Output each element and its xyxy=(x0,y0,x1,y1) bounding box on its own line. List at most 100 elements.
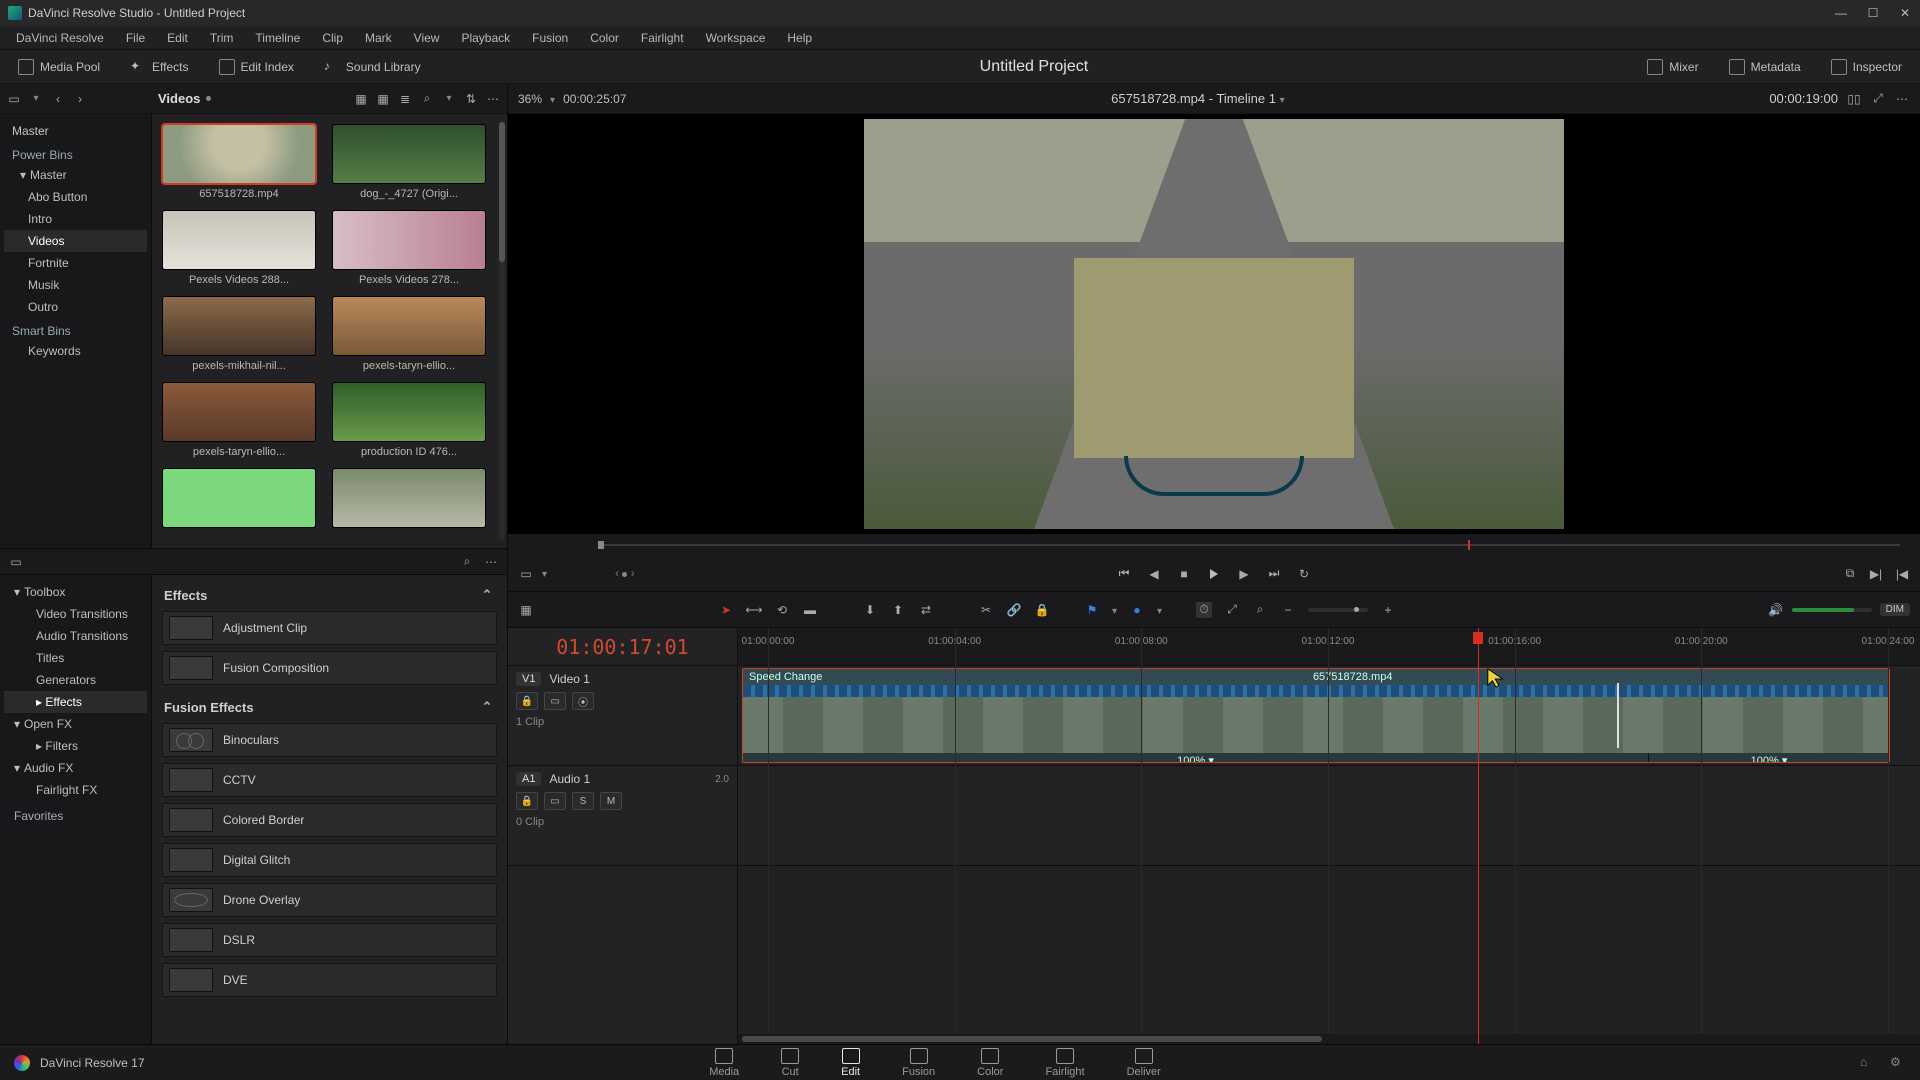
clip-item[interactable] xyxy=(162,468,316,532)
timeline-h-scrollbar[interactable] xyxy=(738,1034,1920,1044)
menu-item[interactable]: DaVinci Resolve xyxy=(6,28,114,48)
page-tab-fairlight[interactable]: Fairlight xyxy=(1033,1046,1096,1080)
effect-item[interactable]: DVE xyxy=(162,963,497,997)
effects-toggle[interactable]: ✦Effects xyxy=(122,55,196,79)
nav-back-icon[interactable]: ‹ xyxy=(50,91,66,107)
tree-item[interactable]: Fairlight FX xyxy=(4,779,147,801)
menu-item[interactable]: File xyxy=(116,28,155,48)
effect-item[interactable]: Fusion Composition xyxy=(162,651,497,685)
bin-item[interactable]: Outro xyxy=(4,296,147,318)
tree-toolbox[interactable]: ▾Toolbox xyxy=(4,581,147,603)
inspector-toggle[interactable]: Inspector xyxy=(1823,55,1910,79)
speed-editor-icon[interactable]: ⏱ xyxy=(1196,602,1212,618)
blade-tool-icon[interactable]: ▬ xyxy=(802,602,818,618)
marker-menu[interactable] xyxy=(1157,603,1162,617)
mixer-toggle[interactable]: Mixer xyxy=(1639,55,1706,79)
zoom-slider[interactable] xyxy=(1308,608,1368,612)
prev-frame-button[interactable]: ◀ xyxy=(1146,566,1162,582)
clip-item[interactable]: dog_-_4727 (Origi... xyxy=(332,124,486,200)
go-to-in-icon[interactable]: ▶| xyxy=(1868,566,1884,582)
first-frame-button[interactable]: ⏮ xyxy=(1116,566,1132,582)
sort-icon[interactable]: ⇅ xyxy=(463,91,479,107)
menu-item[interactable]: Playback xyxy=(451,28,520,48)
track-name[interactable]: Video 1 xyxy=(549,672,589,686)
page-tab-fusion[interactable]: Fusion xyxy=(890,1046,947,1080)
playhead[interactable] xyxy=(1478,628,1479,1044)
viewer-mode-menu[interactable] xyxy=(542,566,547,582)
match-frame-icon[interactable]: ⧉ xyxy=(1842,566,1858,582)
close-button[interactable]: ✕ xyxy=(1898,6,1912,20)
retime-bar[interactable] xyxy=(743,685,1889,697)
effect-item[interactable]: Binoculars xyxy=(162,723,497,757)
volume-icon[interactable]: 🔊 xyxy=(1768,602,1784,618)
clip-item[interactable]: Pexels Videos 288... xyxy=(162,210,316,286)
scrollbar-thumb[interactable] xyxy=(499,122,505,262)
edit-index-toggle[interactable]: Edit Index xyxy=(211,55,302,79)
audio-track-header[interactable]: A1 Audio 1 2.0 🔒 ▭ S M 0 Clip xyxy=(508,766,737,866)
search-menu[interactable] xyxy=(441,91,457,107)
clip-item[interactable] xyxy=(332,468,486,532)
auto-select-button[interactable]: ▭ xyxy=(544,792,566,810)
selection-tool-icon[interactable]: ➤ xyxy=(718,602,734,618)
last-frame-button[interactable]: ⏭ xyxy=(1266,566,1282,582)
stop-button[interactable]: ■ xyxy=(1176,566,1192,582)
bin-item[interactable]: Keywords xyxy=(4,340,147,362)
clip-item[interactable]: pexels-mikhail-nil... xyxy=(162,296,316,372)
maximize-button[interactable]: ☐ xyxy=(1866,6,1880,20)
tree-favorites[interactable]: Favorites xyxy=(4,801,147,825)
minimize-button[interactable]: — xyxy=(1834,6,1848,20)
panel-options-icon[interactable]: ⋯ xyxy=(483,554,499,570)
search-icon[interactable]: ⌕ xyxy=(419,91,435,107)
next-frame-button[interactable]: ▶ xyxy=(1236,566,1252,582)
viewer-options-icon[interactable]: ⋯ xyxy=(1894,91,1910,107)
menu-item[interactable]: Workspace xyxy=(696,28,776,48)
video-clip[interactable]: Speed Change 657518728.mp4 100% ▾ 100% ▾ xyxy=(742,668,1890,763)
page-tab-deliver[interactable]: Deliver xyxy=(1115,1046,1173,1080)
bin-item[interactable]: Abo Button xyxy=(4,186,147,208)
track-badge[interactable]: V1 xyxy=(516,672,541,686)
marker-icon[interactable]: ● xyxy=(1129,602,1145,618)
zoom-out-icon[interactable]: − xyxy=(1280,602,1296,618)
thumbnail-view-icon[interactable]: ▦ xyxy=(375,91,391,107)
menu-item[interactable]: View xyxy=(404,28,450,48)
zoom-to-fit-icon[interactable]: ⤢ xyxy=(1224,602,1240,618)
menu-item[interactable]: Fairlight xyxy=(631,28,694,48)
menu-item[interactable]: Clip xyxy=(312,28,353,48)
viewer-timecode[interactable]: 00:00:19:00 xyxy=(1769,91,1838,106)
power-bin-master[interactable]: ▾Master xyxy=(4,164,147,186)
panel-layout-icon[interactable]: ▭ xyxy=(8,554,24,570)
effect-item[interactable]: Adjustment Clip xyxy=(162,611,497,645)
overwrite-clip-icon[interactable]: ⬆ xyxy=(890,602,906,618)
go-to-out-icon[interactable]: |◀ xyxy=(1894,566,1910,582)
disable-track-button[interactable]: ⦿ xyxy=(572,692,594,710)
menu-item[interactable]: Mark xyxy=(355,28,402,48)
bin-item-active[interactable]: Videos xyxy=(4,230,147,252)
bin-item[interactable]: Musik xyxy=(4,274,147,296)
effect-item[interactable]: DSLR xyxy=(162,923,497,957)
timeline-menu[interactable] xyxy=(1280,91,1285,106)
clip-item[interactable]: pexels-taryn-ellio... xyxy=(332,296,486,372)
playhead-timecode[interactable]: 01:00:17:01 xyxy=(508,628,737,666)
search-icon[interactable]: ⌕ xyxy=(459,554,475,570)
tree-item[interactable]: Audio Transitions xyxy=(4,625,147,647)
bin-item[interactable]: Intro xyxy=(4,208,147,230)
dynamic-trim-icon[interactable]: ⟲ xyxy=(774,602,790,618)
flag-menu[interactable] xyxy=(1112,603,1117,617)
page-tab-edit[interactable]: Edit xyxy=(829,1046,872,1080)
collapse-icon[interactable]: ⌃ xyxy=(479,699,495,715)
home-icon[interactable]: ⌂ xyxy=(1860,1055,1876,1071)
insert-clip-icon[interactable]: ⬇ xyxy=(862,602,878,618)
media-pool-toggle[interactable]: Media Pool xyxy=(10,55,108,79)
tree-item[interactable]: Generators xyxy=(4,669,147,691)
viewer-mode-icon[interactable]: ▭ xyxy=(518,566,534,582)
solo-button[interactable]: S xyxy=(572,792,594,810)
dim-toggle[interactable]: DIM xyxy=(1880,603,1910,616)
viewer-zoom[interactable]: 36% xyxy=(518,92,542,106)
bin-options-icon[interactable]: ⋯ xyxy=(485,91,501,107)
lock-icon[interactable]: 🔒 xyxy=(1034,602,1050,618)
loop-button[interactable]: ↻ xyxy=(1296,566,1312,582)
menu-item[interactable]: Fusion xyxy=(522,28,578,48)
play-button[interactable] xyxy=(1206,566,1222,582)
zoom-menu[interactable] xyxy=(550,92,555,106)
sound-library-toggle[interactable]: ♪Sound Library xyxy=(316,55,429,79)
